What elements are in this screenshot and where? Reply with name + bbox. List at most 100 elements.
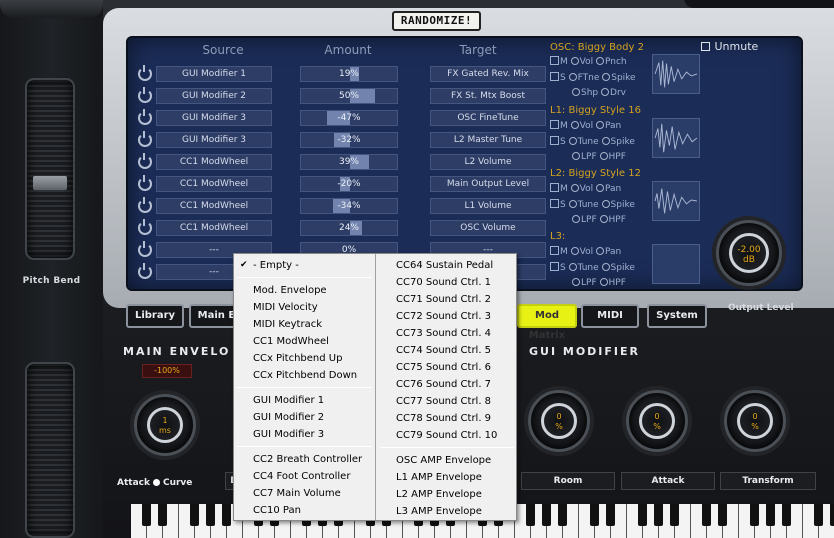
black-key[interactable] [542,504,551,526]
context-menu-item[interactable]: CC71 Sound Ctrl. 2 [377,291,517,308]
target-select[interactable]: OSC Volume [430,220,546,236]
context-menu-item[interactable]: CCx Pitchbend Down [234,367,375,384]
l1-s-checkbox[interactable] [550,136,559,145]
l3-m-checkbox[interactable] [550,246,559,255]
power-icon[interactable] [138,153,152,169]
l2-m-checkbox[interactable] [550,183,559,192]
black-key[interactable] [638,504,647,526]
black-key[interactable] [750,504,759,526]
black-key[interactable] [766,504,775,526]
source-select[interactable]: GUI Modifier 3 [156,110,272,126]
black-key[interactable] [606,504,615,526]
black-key[interactable] [590,504,599,526]
l1-lpf-knob[interactable] [572,152,580,160]
context-menu-item[interactable]: CC73 Sound Ctrl. 4 [377,325,517,342]
output-level-knob[interactable]: -2.00 dB [716,220,782,286]
tab-mod-matrix[interactable]: Mod Matrix [517,304,577,341]
black-key[interactable] [190,504,199,526]
l2-hpf-knob[interactable] [599,215,608,223]
mod-wheel[interactable] [25,362,75,538]
context-menu-item[interactable]: CC2 Breath Controller [234,451,375,468]
power-icon[interactable] [138,175,152,191]
gui-modifier-knob-room[interactable]: 0 % [528,390,590,452]
source-select[interactable]: CC1 ModWheel [156,220,272,236]
l1-m-checkbox[interactable] [550,120,559,129]
osc-vol-knob[interactable] [570,57,579,65]
context-menu-item[interactable]: CC4 Foot Controller [234,468,375,485]
black-key[interactable] [206,504,215,526]
power-icon[interactable] [138,241,152,257]
power-icon[interactable] [138,197,152,213]
amount-slider[interactable]: -47% [300,110,398,126]
target-select[interactable]: L2 Master Tune [430,132,546,148]
context-menu-item[interactable]: L2 AMP Envelope [377,486,517,503]
target-select[interactable]: FX Gated Rev. Mix [430,66,546,82]
l2-pan-knob[interactable] [595,184,604,192]
l3-pan-knob[interactable] [595,247,604,255]
power-icon[interactable] [138,263,152,279]
l3-s-checkbox[interactable] [550,262,559,271]
amount-slider[interactable]: 50% [300,88,398,104]
context-menu-item[interactable]: L1 AMP Envelope [377,469,517,486]
osc-s-checkbox[interactable] [550,72,559,81]
randomize-button[interactable]: RANDOMIZE! [392,11,481,31]
power-icon[interactable] [138,87,152,103]
l3-lpf-knob[interactable] [572,278,580,286]
osc-m-checkbox[interactable] [550,56,559,65]
target-select[interactable]: L2 Volume [430,154,546,170]
target-select[interactable]: OSC FineTune [430,110,546,126]
context-menu-item[interactable]: CC77 Sound Ctrl. 8 [377,393,517,410]
attack-knob[interactable]: 1 ms [134,394,196,456]
l2-spike-knob[interactable] [601,200,610,208]
gui-modifier-knob-attack[interactable]: 0 % [626,390,688,452]
context-menu-item[interactable]: CC79 Sound Ctrl. 10 [377,427,517,444]
osc-ftne-knob[interactable] [568,73,577,81]
black-key[interactable] [654,504,663,526]
context-menu-item[interactable]: CC76 Sound Ctrl. 7 [377,376,517,393]
l2-lpf-knob[interactable] [572,215,580,223]
context-menu-item[interactable]: CC75 Sound Ctrl. 6 [377,359,517,376]
source-select[interactable]: CC1 ModWheel [156,198,272,214]
l3-spike-knob[interactable] [601,263,610,271]
room-label-button[interactable]: Room [521,472,615,490]
black-key[interactable] [158,504,167,526]
l1-vol-knob[interactable] [570,121,579,129]
l3-tune-knob[interactable] [568,263,577,271]
amount-slider[interactable]: 39% [300,154,398,170]
context-menu-item[interactable]: CC64 Sustain Pedal [377,257,517,274]
source-select[interactable]: GUI Modifier 1 [156,66,272,82]
source-select[interactable]: CC1 ModWheel [156,154,272,170]
l3-hpf-knob[interactable] [599,278,608,286]
l1-tune-knob[interactable] [568,137,577,145]
black-key[interactable] [782,504,791,526]
tab-midi[interactable]: MIDI [581,304,639,328]
context-menu-item[interactable]: CCx Pitchbend Up [234,350,375,367]
source-select[interactable]: CC1 ModWheel [156,176,272,192]
l1-spike-knob[interactable] [601,137,610,145]
osc-shp-knob[interactable] [572,88,580,96]
context-menu-item[interactable]: Mod. Envelope [234,282,375,299]
context-menu-item[interactable]: GUI Modifier 3 [234,426,375,443]
power-icon[interactable] [138,131,152,147]
target-select[interactable]: L1 Volume [430,198,546,214]
unmute-toggle[interactable]: Unmute [701,40,758,53]
context-menu-item[interactable]: ✔ - Empty - [234,257,375,274]
context-menu-item[interactable]: CC10 Pan [234,502,375,519]
context-menu-item[interactable]: MIDI Velocity [234,299,375,316]
osc-drv-knob[interactable] [601,88,610,96]
black-key[interactable] [670,504,679,526]
l1-hpf-knob[interactable] [599,152,608,160]
attack-curve-dot[interactable] [152,479,160,486]
black-key[interactable] [222,504,231,526]
context-menu-item[interactable]: MIDI Keytrack [234,316,375,333]
transform-label-button[interactable]: Transform [720,472,816,490]
context-menu-item[interactable]: CC70 Sound Ctrl. 1 [377,274,517,291]
context-menu-item[interactable]: GUI Modifier 1 [234,392,375,409]
context-menu-item[interactable]: OSC AMP Envelope [377,452,517,469]
black-key[interactable] [718,504,727,526]
target-select[interactable]: Main Output Level [430,176,546,192]
black-key[interactable] [814,504,823,526]
context-menu-item[interactable]: CC7 Main Volume [234,485,375,502]
tab-library[interactable]: Library [126,304,184,328]
l2-tune-knob[interactable] [568,200,577,208]
